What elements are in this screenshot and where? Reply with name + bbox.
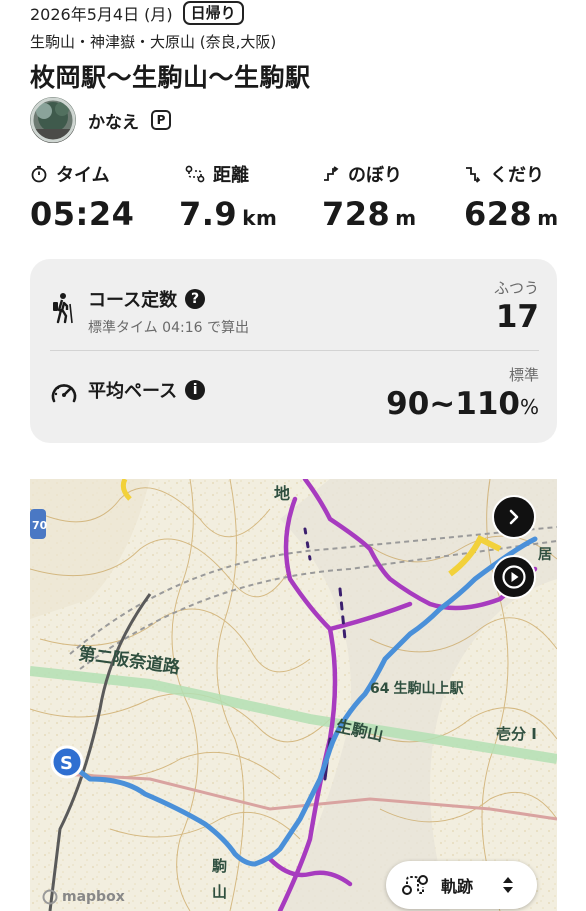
stat-time: タイム 05:24 [30, 161, 134, 233]
activity-stats: タイム 05:24 距離 7.9 km のぼり 728 m くだり 628 m [30, 161, 560, 236]
average-pace-value: 90~110% [386, 386, 539, 422]
mapbox-attribution-text: mapbox [62, 889, 125, 905]
pace-unit: % [519, 395, 539, 419]
chevron-right-icon [509, 509, 519, 525]
stat-distance: 距離 7.9 km [179, 161, 278, 233]
trip-date: 2026年5月4日 (月) [30, 5, 173, 24]
map-label-yama: 山 [212, 883, 227, 901]
map-label-chi: 地 [274, 484, 290, 503]
stopwatch-icon [31, 165, 47, 183]
route-map[interactable]: 第二阪奈道路 64 生駒山上駅 生駒山 地 壱分 I 駒 山 居 70 S map… [30, 479, 557, 911]
stat-descent-unit: m [537, 206, 559, 230]
stat-ascent-label: のぼり [348, 165, 402, 186]
track-selector[interactable]: 軌跡 [386, 861, 537, 909]
mapbox-logo-icon [42, 889, 58, 905]
route-shield-number: 70 [32, 519, 48, 532]
map-label-iki: 壱分 I [496, 725, 537, 743]
premium-badge: P [151, 110, 171, 130]
map-play-button[interactable] [492, 555, 536, 599]
course-constant-value: 17 [495, 299, 539, 335]
course-constant-title: コース定数 [88, 290, 178, 311]
map-label-station: 64 生駒山上駅 [370, 680, 464, 697]
map-next-button[interactable] [492, 495, 536, 539]
average-pace-row: 平均ペース i 標準 90~110% [30, 351, 557, 443]
map-label-elev: 64 [370, 681, 390, 697]
stat-descent-value: 628 [464, 195, 533, 233]
stat-distance-label: 距離 [213, 165, 249, 186]
mapbox-attribution[interactable]: mapbox [42, 889, 125, 905]
user-row[interactable]: かなえ P [30, 96, 171, 144]
mountain-area: 生駒山・神津嶽・大原山 (奈良,大阪) [30, 33, 277, 51]
standard-time-note: 標準タイム 04:16 で算出 [88, 320, 249, 336]
hiker-icon [53, 293, 73, 324]
avatar[interactable] [30, 97, 76, 143]
stat-ascent-unit: m [395, 206, 417, 230]
stat-ascent-value: 728 [322, 195, 391, 233]
difficulty-caption: ふつう [493, 279, 539, 297]
stat-descent-label: くだり [490, 165, 544, 186]
track-route-icon [402, 875, 428, 895]
map-canvas[interactable]: 第二阪奈道路 64 生駒山上駅 生駒山 地 壱分 I 駒 山 居 70 S [30, 479, 557, 911]
stat-time-label: タイム [56, 165, 110, 186]
stat-distance-value: 7.9 [179, 195, 238, 233]
course-constant-row: コース定数 ? 標準タイム 04:16 で算出 ふつう 17 [30, 259, 557, 351]
course-summary-card: コース定数 ? 標準タイム 04:16 で算出 ふつう 17 平均ペース i 標… [30, 259, 557, 443]
track-selector-label[interactable]: 軌跡 [441, 873, 473, 897]
stat-distance-unit: km [242, 206, 278, 230]
descent-icon [466, 167, 481, 183]
info-icon[interactable]: i [185, 380, 206, 400]
ascent-icon [324, 166, 339, 181]
stat-descent: くだり 628 m [464, 161, 559, 233]
page-title: 枚岡駅〜生駒山〜生駒駅 [30, 63, 311, 92]
trip-type-badge: 日帰り [182, 1, 244, 25]
start-marker-label: S [60, 753, 73, 774]
start-marker[interactable]: S [50, 745, 84, 779]
play-icon [502, 565, 526, 589]
pace-caption: 標準 [508, 366, 539, 384]
average-pace-title: 平均ペース [88, 381, 178, 402]
help-icon[interactable]: ? [185, 289, 206, 309]
trip-date-row: 2026年5月4日 (月) 日帰り [30, 0, 244, 26]
stat-ascent: のぼり 728 m [322, 161, 417, 233]
map-label-koma: 駒 [212, 857, 227, 875]
user-name[interactable]: かなえ [88, 108, 139, 133]
pace-range: 90~110 [386, 386, 520, 422]
map-label-tori: 居 [538, 547, 552, 563]
stat-time-value: 05:24 [30, 195, 135, 233]
map-label-station-name: 生駒山上駅 [393, 680, 464, 697]
sort-arrows-icon [503, 877, 514, 893]
route-icon [185, 165, 205, 183]
speedometer-icon [51, 384, 77, 403]
